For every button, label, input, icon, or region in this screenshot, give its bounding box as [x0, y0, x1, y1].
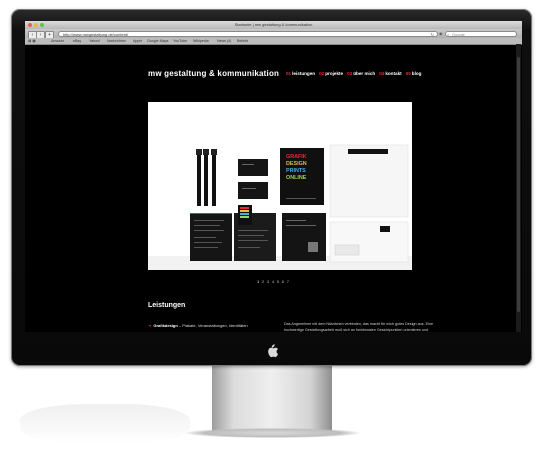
intro-paragraph: Das Angenehme mit dem Nützlichen verbind…	[284, 322, 434, 332]
bookmarks-book-icon[interactable]: ▤ ▦	[28, 38, 36, 44]
poster-word-2: DESIGN	[286, 161, 307, 167]
pager-item[interactable]: 5	[277, 279, 280, 284]
bookmark-item[interactable]: Nachrichten	[107, 38, 126, 44]
pager-item[interactable]: 1	[257, 279, 260, 284]
arrow-right-icon: ›	[39, 31, 42, 38]
bookmark-item[interactable]: eBay	[73, 38, 81, 44]
pager-item[interactable]: 6	[282, 279, 285, 284]
site-title[interactable]: mw gestaltung & kommunikation	[148, 69, 279, 78]
site-nav: 01leistungen 02projekte 03über mich 04ko…	[286, 71, 421, 76]
arrow-left-icon: ‹	[31, 31, 34, 38]
bookmark-item[interactable]: YouTube	[173, 38, 187, 44]
address-bar[interactable]: http://www.mwgestaltung.de/content/ ↻	[58, 30, 438, 38]
desk-reflection	[20, 404, 190, 444]
bookmark-item[interactable]: News (4)	[217, 38, 231, 44]
pager-item[interactable]: 7	[287, 279, 290, 284]
poster-word-4: ONLINE	[286, 175, 307, 181]
nav-item-blog[interactable]: 05blog	[406, 71, 422, 76]
bookmark-item[interactable]: Amazon	[51, 38, 64, 44]
service-item[interactable]: ➜ Grafikdesign – Plakate, Veranstaltungen…	[148, 323, 248, 328]
section-title: Leistungen	[148, 302, 186, 309]
browser-toolbar: ‹ › + http://www.mwgestaltung.de/content…	[25, 29, 522, 39]
bookmark-item[interactable]: Wikipedia	[193, 38, 209, 44]
search-icon: ⌕	[447, 31, 450, 37]
arrow-right-icon: ➜	[148, 323, 152, 328]
nav-item-leistungen[interactable]: 01leistungen	[286, 71, 315, 76]
window-title: Startseite | mw gestaltung & kommunikati…	[234, 22, 313, 27]
monitor-stand	[212, 366, 332, 432]
nav-item-ueber-mich[interactable]: 03über mich	[347, 71, 375, 76]
portfolio-gallery-image[interactable]: GRAFIK DESIGN PRINTS ONLINE	[148, 102, 412, 270]
scrollbar-thumb[interactable]	[517, 57, 520, 312]
bookmarks-bar: ▤ ▦ Amazon eBay Yahoo! Nachrichten Apple…	[25, 38, 522, 45]
search-placeholder: Google	[452, 31, 465, 37]
pager-item[interactable]: 4	[272, 279, 275, 284]
apple-logo-icon	[268, 344, 278, 358]
pager-item[interactable]: 3	[267, 279, 270, 284]
nav-item-projekte[interactable]: 02projekte	[319, 71, 343, 76]
screen: Startseite | mw gestaltung & kommunikati…	[25, 21, 522, 332]
bookmark-item[interactable]: Google Maps	[147, 38, 168, 44]
rss-icon[interactable]: ◉	[439, 31, 443, 36]
bookmark-item[interactable]: Apple	[133, 38, 142, 44]
search-field[interactable]: ⌕ Google	[445, 30, 517, 37]
bookmark-item[interactable]: Beliebt	[237, 38, 248, 44]
url-text: http://www.mwgestaltung.de/content/	[63, 31, 129, 37]
monitor-foot	[185, 428, 360, 438]
poster-word-1: GRAFIK	[286, 154, 307, 160]
nav-item-kontakt[interactable]: 04kontakt	[379, 71, 401, 76]
pager-item[interactable]: 2	[262, 279, 265, 284]
poster-word-3: PRINTS	[286, 168, 306, 174]
window-titlebar: Startseite | mw gestaltung & kommunikati…	[25, 21, 522, 29]
stationery-mockup-illustration: GRAFIK DESIGN PRINTS ONLINE	[148, 102, 412, 270]
reload-icon[interactable]: ↻	[431, 32, 434, 38]
bookmark-item[interactable]: Yahoo!	[89, 38, 100, 44]
gallery-pager: 1 2 3 4 5 6 7	[257, 279, 290, 284]
plus-icon: +	[48, 31, 51, 38]
